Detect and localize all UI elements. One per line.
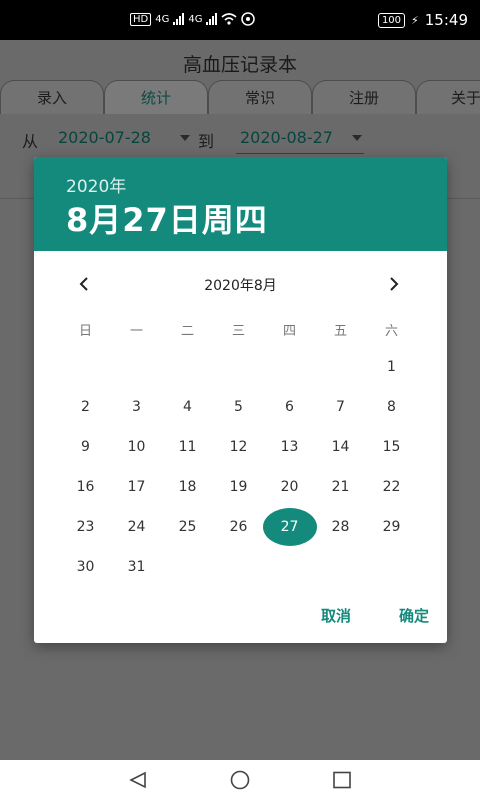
tab-bar: 录入 统计 常识 注册 关于 xyxy=(0,80,480,114)
to-label: 到 xyxy=(198,132,215,151)
date-picker-dialog: 2020年 8月27日周四 2020年8月 日 一 二 三 四 五 六 1234… xyxy=(34,157,447,643)
calendar-day[interactable]: 6 xyxy=(264,387,315,427)
next-month-icon[interactable] xyxy=(384,275,402,293)
to-date-field[interactable]: 2020-08-27 xyxy=(240,128,333,147)
tab-about[interactable]: 关于 xyxy=(416,80,480,114)
calendar-day[interactable]: 18 xyxy=(162,467,213,507)
calendar-day[interactable]: 12 xyxy=(213,427,264,467)
calendar-day[interactable]: 14 xyxy=(315,427,366,467)
signal-icon xyxy=(173,13,185,25)
home-icon[interactable] xyxy=(229,770,251,790)
cancel-button[interactable]: 取消 xyxy=(321,605,351,626)
dialog-header: 2020年 8月27日周四 xyxy=(34,157,447,251)
month-navigation: 2020年8月 xyxy=(34,269,447,299)
header-selected-date: 8月27日周四 xyxy=(66,201,268,239)
weekday-label: 二 xyxy=(180,324,194,339)
status-right: 100 ⚡ 15:49 xyxy=(377,11,468,29)
wifi-icon xyxy=(221,13,238,25)
calendar-day[interactable]: 24 xyxy=(111,507,162,547)
battery-icon: 100 xyxy=(377,12,406,28)
dialog-actions: 取消 确定 xyxy=(321,605,429,626)
calendar-day[interactable]: 10 xyxy=(111,427,162,467)
network-badge-2: 4G xyxy=(188,13,203,25)
weekday-label: 日 xyxy=(78,324,92,339)
signal-icon-2 xyxy=(206,13,218,25)
calendar-day[interactable]: 19 xyxy=(213,467,264,507)
calendar-day[interactable]: 17 xyxy=(111,467,162,507)
calendar-day[interactable]: 28 xyxy=(315,507,366,547)
calendar-day[interactable]: 29 xyxy=(366,507,417,547)
system-nav-bar xyxy=(0,760,480,800)
network-badge-1: 4G xyxy=(155,13,170,25)
calendar-day-selected[interactable]: 27 xyxy=(263,507,317,547)
calendar-day[interactable]: 4 xyxy=(162,387,213,427)
calendar-day[interactable]: 20 xyxy=(264,467,315,507)
calendar-day[interactable]: 2 xyxy=(60,387,111,427)
charging-icon: ⚡ xyxy=(411,13,419,27)
tab-knowledge[interactable]: 常识 xyxy=(208,80,312,114)
status-left: HD 4G 4G xyxy=(130,12,256,26)
weekday-label: 四 xyxy=(282,324,296,339)
calendar-day[interactable]: 1 xyxy=(366,347,417,387)
calendar-day[interactable]: 7 xyxy=(315,387,366,427)
from-date-field[interactable]: 2020-07-28 xyxy=(58,128,151,147)
to-dropdown-icon[interactable] xyxy=(352,135,362,141)
calendar-day[interactable]: 15 xyxy=(366,427,417,467)
weekday-header: 日 一 二 三 四 五 六 xyxy=(60,320,420,340)
weekday-label: 三 xyxy=(231,324,245,339)
calendar-day[interactable]: 21 xyxy=(315,467,366,507)
calendar-day[interactable]: 25 xyxy=(162,507,213,547)
calendar-day[interactable]: 11 xyxy=(162,427,213,467)
calendar-day[interactable]: 3 xyxy=(111,387,162,427)
calendar-day[interactable]: 22 xyxy=(366,467,417,507)
clock: 15:49 xyxy=(424,11,468,29)
to-date-underline xyxy=(236,153,364,154)
tab-register[interactable]: 注册 xyxy=(312,80,416,114)
calendar-day[interactable]: 31 xyxy=(111,547,162,587)
calendar-day[interactable]: 30 xyxy=(60,547,111,587)
calendar-day[interactable]: 8 xyxy=(366,387,417,427)
app-title: 高血压记录本 xyxy=(182,54,297,76)
calendar-day[interactable]: 16 xyxy=(60,467,111,507)
status-bar: HD 4G 4G 100 ⚡ 15:49 xyxy=(0,0,480,40)
tab-stats[interactable]: 统计 xyxy=(104,80,208,114)
from-label: 从 xyxy=(22,132,39,151)
tab-entry[interactable]: 录入 xyxy=(0,80,104,114)
calendar-day[interactable]: 26 xyxy=(213,507,264,547)
weekday-label: 五 xyxy=(333,324,347,339)
weekday-label: 六 xyxy=(384,324,398,339)
calendar-day[interactable]: 9 xyxy=(60,427,111,467)
hd-badge: HD xyxy=(130,12,152,26)
app-notification-icon xyxy=(241,12,256,26)
calendar-day[interactable]: 5 xyxy=(213,387,264,427)
ok-button[interactable]: 确定 xyxy=(399,605,429,626)
calendar-day[interactable]: 23 xyxy=(60,507,111,547)
weekday-label: 一 xyxy=(129,324,143,339)
back-icon[interactable] xyxy=(128,771,148,789)
calendar-day[interactable]: 13 xyxy=(264,427,315,467)
date-filter: 从 2020-07-28 到 2020-08-27 xyxy=(0,118,480,158)
recents-icon[interactable] xyxy=(332,771,352,789)
from-dropdown-icon[interactable] xyxy=(180,135,190,141)
header-year[interactable]: 2020年 xyxy=(66,172,126,197)
